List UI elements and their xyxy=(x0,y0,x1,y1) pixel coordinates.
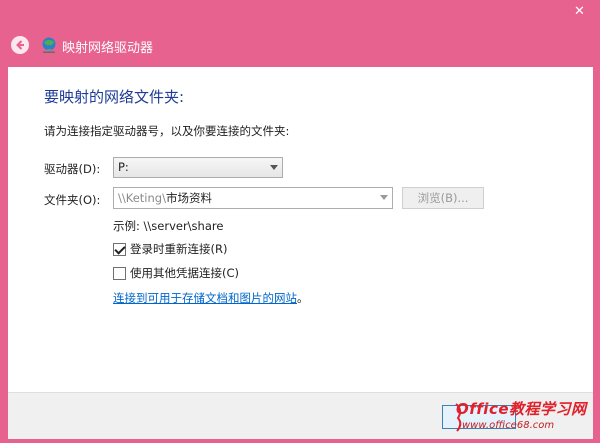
dialog-content xyxy=(8,67,593,392)
network-drive-icon xyxy=(42,37,56,53)
dialog-window: ✕ 映射网络驱动器 要映射的网络文件夹: 请为连接指定驱动器号，以及你要连接的文… xyxy=(0,0,600,443)
back-arrow-icon xyxy=(16,40,24,50)
website-link-row: 连接到可用于存储文档和图片的网站。 xyxy=(113,290,309,306)
website-link[interactable]: 连接到可用于存储文档和图片的网站 xyxy=(113,291,297,305)
other-credentials-option[interactable]: 使用其他凭据连接(C) xyxy=(113,265,239,281)
watermark-url: www.office68.com xyxy=(462,420,555,431)
close-icon: ✕ xyxy=(574,4,585,19)
reconnect-option[interactable]: 登录时重新连接(R) xyxy=(113,241,227,257)
folder-input-prefix: \\Keting\ xyxy=(118,191,166,205)
browse-button[interactable]: 浏览(B)... xyxy=(402,187,484,209)
close-button[interactable]: ✕ xyxy=(567,3,592,20)
reconnect-label: 登录时重新连接(R) xyxy=(130,242,228,256)
drive-select[interactable]: P: xyxy=(113,157,283,178)
folder-label: 文件夹(O): xyxy=(44,193,101,207)
chevron-down-icon xyxy=(270,165,278,170)
drive-label: 驱动器(D): xyxy=(44,162,101,176)
page-heading: 要映射的网络文件夹: xyxy=(44,88,185,106)
window-title: 映射网络驱动器 xyxy=(62,41,154,56)
watermark-brand: Office教程学习网 xyxy=(456,400,587,418)
reconnect-checkbox[interactable] xyxy=(113,242,126,256)
folder-input-value: 市场资料 xyxy=(165,191,212,205)
back-button[interactable] xyxy=(11,36,29,54)
chevron-down-icon[interactable] xyxy=(380,195,388,200)
other-credentials-checkbox[interactable] xyxy=(113,266,126,280)
link-suffix: 。 xyxy=(297,291,309,305)
drive-select-value: P: xyxy=(118,160,129,174)
example-text: 示例: \\server\share xyxy=(113,219,224,233)
folder-input[interactable]: \\Keting\市场资料 xyxy=(113,187,393,209)
other-credentials-label: 使用其他凭据连接(C) xyxy=(130,266,240,280)
instruction-text: 请为连接指定驱动器号，以及你要连接的文件夹: xyxy=(44,124,290,138)
